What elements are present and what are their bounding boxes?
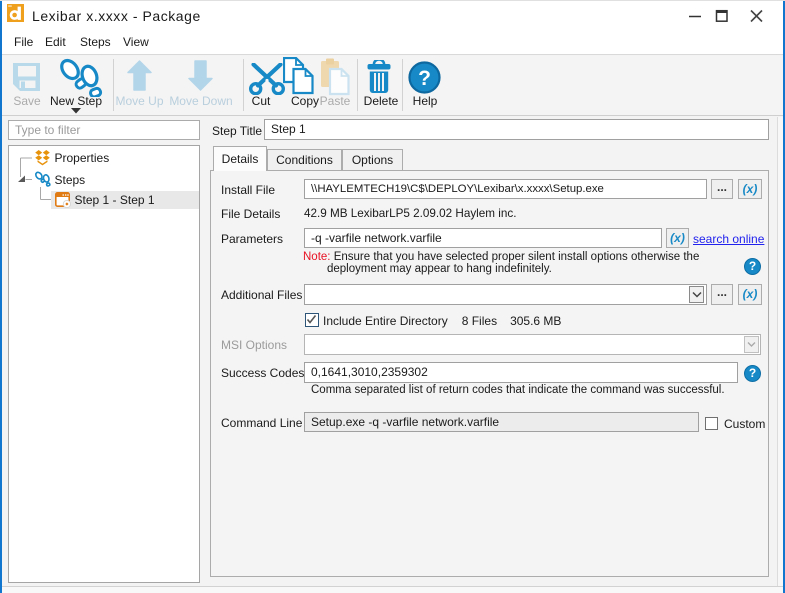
svg-text:?: ?: [418, 67, 431, 90]
